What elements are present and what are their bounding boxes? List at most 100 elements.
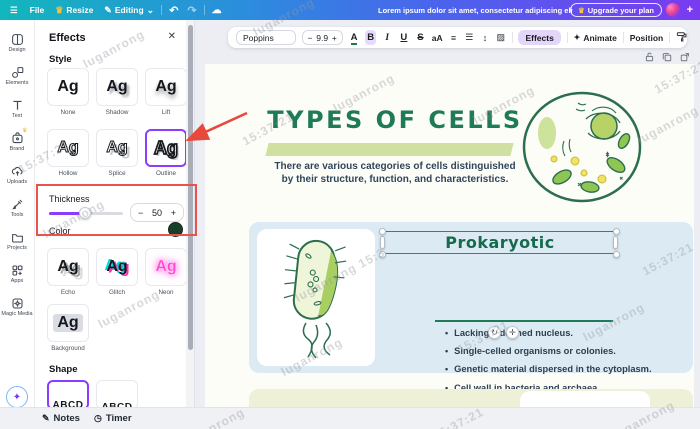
transparency-button[interactable]: ▨ bbox=[496, 32, 506, 43]
close-icon[interactable]: ✕ bbox=[168, 31, 176, 42]
effect-label: Neon bbox=[145, 289, 187, 296]
move-handle[interactable]: ✛ bbox=[506, 326, 519, 339]
upgrade-plan-button[interactable]: ♛ Upgrade your plan bbox=[570, 3, 662, 17]
magic-assistant-button[interactable]: ✦ bbox=[6, 386, 28, 408]
list-item: •Lacking a defined nucleus. bbox=[445, 328, 685, 338]
sidebar-item-label: Design bbox=[8, 47, 25, 53]
expand-page-icon[interactable] bbox=[680, 52, 690, 62]
effect-card-hollow[interactable]: Ag bbox=[47, 129, 89, 167]
effect-sample: Ag bbox=[57, 258, 78, 276]
bullet-dot: • bbox=[445, 364, 448, 374]
sidebar-item-design[interactable]: Design bbox=[0, 26, 35, 59]
uploads-icon bbox=[11, 165, 24, 178]
thickness-slider-handle[interactable] bbox=[79, 207, 91, 219]
selection-handle-top-right[interactable] bbox=[613, 228, 620, 235]
panel-scrollbar-thumb[interactable] bbox=[188, 25, 193, 350]
font-selector[interactable]: Poppins bbox=[236, 30, 296, 45]
thickness-stepper: − 50 + bbox=[130, 203, 184, 222]
text-color-button[interactable]: A bbox=[349, 32, 360, 43]
effect-card-lift[interactable]: Ag bbox=[145, 68, 187, 106]
sidebar-item-text[interactable]: Text bbox=[0, 92, 35, 125]
effect-card-neon[interactable]: Ag bbox=[145, 248, 187, 286]
editing-mode-dropdown[interactable]: ✎ Editing ⌄ bbox=[104, 5, 154, 15]
selection-handle-bottom-left[interactable] bbox=[379, 251, 386, 258]
effect-card-echo[interactable]: Ag bbox=[47, 248, 89, 286]
sidebar-item-apps[interactable]: Apps bbox=[0, 257, 35, 290]
selection-handle-right[interactable] bbox=[613, 236, 618, 249]
sidebar-item-brand[interactable]: ♛ Brand bbox=[0, 125, 35, 158]
increase-button[interactable]: + bbox=[171, 208, 176, 218]
shape-card-straight-selected[interactable]: ABCD bbox=[47, 380, 89, 410]
elements-icon bbox=[11, 66, 24, 79]
alignment-button[interactable]: ≡ bbox=[449, 33, 459, 43]
effect-card-background[interactable]: Ag bbox=[47, 304, 89, 342]
effect-card-none[interactable]: Ag bbox=[47, 68, 89, 106]
document-title[interactable]: Lorem ipsum dolor sit amet, consectetur … bbox=[378, 6, 573, 15]
effect-sample: Ag bbox=[155, 258, 176, 276]
design-page[interactable]: TYPES OF CELLS There are various categor… bbox=[205, 64, 694, 407]
unlock-icon[interactable] bbox=[645, 52, 654, 62]
shape-card-curved[interactable]: ABCD bbox=[96, 380, 138, 410]
effects-button-active[interactable]: Effects bbox=[518, 30, 560, 45]
sidebar-item-magic-media[interactable]: Magic Media bbox=[0, 290, 35, 323]
effect-card-splice[interactable]: Ag bbox=[96, 129, 138, 167]
selection-handle-top-left[interactable] bbox=[379, 228, 386, 235]
undo-button[interactable]: ↶ bbox=[169, 4, 178, 17]
list-item: •Single-celled organisms or colonies. bbox=[445, 346, 685, 356]
effect-card-shadow[interactable]: Ag bbox=[96, 68, 138, 106]
selection-handle-left[interactable] bbox=[380, 236, 385, 249]
timer-button[interactable]: ◷ Timer bbox=[94, 413, 132, 424]
duplicate-page-icon[interactable] bbox=[662, 52, 672, 62]
cell-illustration[interactable] bbox=[520, 89, 644, 210]
rotate-handle[interactable]: ↻ bbox=[488, 326, 501, 339]
effect-card-glitch[interactable]: Ag bbox=[96, 248, 138, 286]
sidebar-item-elements[interactable]: Elements bbox=[0, 59, 35, 92]
decrease-button[interactable]: − bbox=[138, 208, 143, 218]
sidebar-item-tools[interactable]: Tools bbox=[0, 191, 35, 224]
sidebar-item-label: Tools bbox=[11, 212, 24, 218]
animate-button[interactable]: ✦ Animate bbox=[574, 33, 617, 43]
prokaryotic-heading-textbox-selected[interactable]: Prokaryotic bbox=[383, 231, 617, 254]
resize-button[interactable]: ♛ Resize bbox=[55, 5, 93, 15]
text-case-button[interactable]: aA bbox=[432, 33, 443, 43]
sidebar-item-uploads[interactable]: Uploads bbox=[0, 158, 35, 191]
underline-button[interactable]: U bbox=[399, 32, 410, 43]
eukaryotic-section-partial[interactable] bbox=[249, 389, 693, 407]
effect-sample: Ag bbox=[53, 314, 82, 332]
list-button[interactable]: ☰ bbox=[464, 32, 474, 43]
copy-style-button[interactable] bbox=[676, 31, 687, 44]
design-icon bbox=[11, 33, 24, 46]
position-button[interactable]: Position bbox=[630, 33, 664, 43]
sidebar-item-label: Magic Media bbox=[1, 311, 32, 317]
bacteria-card[interactable] bbox=[257, 229, 375, 366]
italic-button[interactable]: I bbox=[382, 33, 393, 43]
font-size-increase[interactable]: + bbox=[332, 33, 337, 43]
effects-panel-title: Effects bbox=[49, 32, 86, 44]
font-size-decrease[interactable]: − bbox=[308, 33, 313, 43]
prokaryotic-section[interactable]: Prokaryotic •Lacking a defined nucleus. … bbox=[249, 222, 693, 373]
bold-button[interactable]: B bbox=[365, 30, 376, 45]
effect-sample: Ag bbox=[106, 78, 127, 96]
outline-color-swatch[interactable] bbox=[168, 222, 183, 237]
upgrade-label: Upgrade your plan bbox=[588, 6, 654, 15]
spacing-button[interactable]: ↕ bbox=[480, 33, 490, 43]
selection-handle-bottom-right[interactable] bbox=[613, 251, 620, 258]
effect-label: None bbox=[47, 109, 89, 116]
hamburger-menu-icon[interactable]: ☰ bbox=[10, 5, 18, 16]
add-member-button[interactable]: + bbox=[687, 4, 693, 16]
effect-card-outline-selected[interactable]: Ag bbox=[145, 129, 187, 167]
file-menu[interactable]: File bbox=[30, 5, 45, 15]
strikethrough-button[interactable]: S bbox=[415, 32, 426, 43]
sidebar-item-projects[interactable]: Projects bbox=[0, 224, 35, 257]
title-highlight-bar[interactable] bbox=[265, 143, 513, 156]
font-size-value[interactable]: 9.9 bbox=[316, 33, 328, 43]
rotate-icon: ↻ bbox=[491, 328, 498, 337]
effect-sample: Ag bbox=[57, 78, 78, 96]
thickness-value[interactable]: 50 bbox=[152, 208, 162, 218]
redo-button[interactable]: ↷ bbox=[187, 4, 196, 17]
divider bbox=[669, 32, 670, 43]
section-card[interactable] bbox=[520, 391, 650, 407]
avatar[interactable] bbox=[666, 3, 680, 17]
projects-icon bbox=[11, 231, 24, 244]
notes-button[interactable]: ✎ Notes bbox=[42, 413, 80, 424]
